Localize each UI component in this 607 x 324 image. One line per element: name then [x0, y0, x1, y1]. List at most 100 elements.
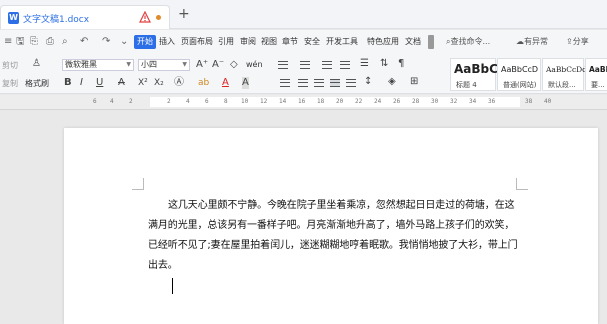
ruler-tick: 20 — [336, 98, 344, 105]
command-search-text: 查找命令... — [450, 37, 491, 46]
tab-developer[interactable]: 开发工具 — [326, 36, 358, 48]
tab-security[interactable]: 安全 — [304, 36, 320, 48]
tab-review[interactable]: 审阅 — [240, 36, 256, 48]
shading-icon[interactable]: ◈ — [388, 76, 396, 88]
border-icon[interactable]: ⊞ — [410, 76, 418, 88]
ruler-tick: 8 — [224, 98, 228, 105]
shrink-font-button[interactable]: A⁻ — [212, 59, 224, 71]
align-center-icon[interactable] — [298, 79, 308, 87]
tab-section[interactable]: 章节 — [282, 36, 298, 48]
strikethrough-button[interactable]: A — [118, 77, 125, 89]
tab-page-layout[interactable]: 页面布局 — [181, 36, 213, 48]
ruler-tick: 2 — [167, 98, 171, 105]
tab-references[interactable]: 引用 — [218, 36, 234, 48]
style-default-paragraph[interactable]: AaBbCcDd 默认段... — [542, 58, 587, 91]
ruler-tick: 24 — [374, 98, 382, 105]
style-more[interactable]: AaBb 要... — [585, 58, 607, 91]
quick-access-more-icon[interactable]: ⌄ — [120, 35, 128, 49]
line-spacing-icon[interactable]: ↕ — [364, 76, 372, 88]
ruler-tick: 28 — [412, 98, 420, 105]
show-marks-icon[interactable]: ¶ — [398, 58, 404, 70]
new-tab-button[interactable]: + — [178, 7, 190, 21]
share-icon: ⇪ — [566, 37, 573, 46]
char-shading-icon[interactable]: A — [242, 77, 249, 89]
ruler-tick: 2 — [129, 98, 133, 105]
warning-icon[interactable] — [139, 11, 151, 23]
menu-icon[interactable]: ≡ — [4, 35, 12, 49]
ruler-tick: 12 — [260, 98, 268, 105]
menu-row: ≡ 🖫 ⎘ ⎙ ⌕ ↶ ↷ ⌄ 开始 插入 页面布局 引用 审阅 视图 章节 安… — [0, 30, 607, 54]
format-painter-button[interactable]: 格式刷 — [25, 78, 49, 89]
command-search[interactable]: ⌕查找命令... — [446, 36, 490, 47]
ruler-tick: 6 — [205, 98, 209, 105]
style-sample: AaBb — [589, 65, 607, 74]
document-paragraph[interactable]: 这几天心里颇不宁静。今晚在院子里坐着乘凉，忽然想起日日走过的荷塘，在这满月的光里… — [148, 196, 518, 276]
margin-marker-top-right — [516, 178, 528, 190]
font-family-select[interactable]: 微软雅黑 ▼ — [62, 59, 134, 71]
document-workspace[interactable]: 这几天心里颇不宁静。今晚在院子里坐着乘凉，忽然想起日日走过的荷塘，在这满月的光里… — [0, 110, 607, 324]
style-sample: AaBbC — [454, 62, 498, 76]
ruler-tick: 10 — [241, 98, 249, 105]
distributed-icon[interactable] — [346, 79, 356, 87]
menu-overflow-button[interactable] — [428, 35, 434, 49]
font-color-button[interactable]: A — [222, 77, 229, 89]
document-tab[interactable]: W 文字文稿1.docx — [0, 5, 170, 29]
align-right-icon[interactable] — [314, 79, 324, 87]
tab-bar: W 文字文稿1.docx + — [0, 0, 607, 29]
tab-features[interactable]: 特色应用 — [367, 36, 399, 48]
tab-document[interactable]: 文档 — [405, 36, 421, 48]
redo-icon[interactable]: ↷ — [102, 35, 110, 49]
style-name: 普通(网站) — [503, 81, 537, 89]
highlight-button[interactable]: ab — [198, 77, 209, 89]
cloud-icon: ☁ — [516, 37, 524, 46]
subscript-button[interactable]: X₂ — [154, 77, 164, 89]
italic-button[interactable]: I — [80, 77, 83, 89]
clear-format-button[interactable]: ◇ — [230, 59, 238, 71]
sort-icon[interactable]: ⇅ — [380, 58, 388, 70]
bullet-list-icon[interactable] — [278, 61, 288, 69]
ruler-tick: 14 — [279, 98, 287, 105]
horizontal-ruler[interactable]: 6 4 2 2 4 6 8 10 12 14 16 18 20 22 24 26… — [0, 95, 607, 110]
export-icon[interactable]: ⎘ — [30, 35, 38, 49]
chevron-down-icon: ▼ — [126, 61, 131, 68]
cut-button[interactable]: 剪切 — [2, 60, 18, 71]
bold-button[interactable]: B — [64, 77, 72, 89]
justify-icon[interactable] — [330, 79, 340, 87]
undo-icon[interactable]: ↶ — [80, 35, 88, 49]
superscript-button[interactable]: X² — [138, 77, 148, 89]
format-painter-icon[interactable]: ♙ — [32, 58, 41, 70]
ruler-tick: 30 — [431, 98, 439, 105]
underline-button[interactable]: U — [96, 77, 103, 89]
unsaved-indicator — [156, 15, 161, 20]
increase-indent-icon[interactable] — [340, 61, 350, 69]
cloud-status[interactable]: ☁有异常 — [516, 36, 548, 47]
text-effect-icon[interactable]: Ⓐ — [174, 77, 184, 89]
share-text: 分享 — [572, 37, 589, 46]
margin-marker-top-left — [132, 178, 144, 190]
tab-home[interactable]: 开始 — [134, 35, 156, 49]
style-normal-web[interactable]: AaBbCcD 普通(网站) — [497, 58, 541, 91]
style-name: 标题 4 — [456, 81, 477, 89]
preview-icon[interactable]: ⌕ — [62, 35, 68, 49]
align-left-icon[interactable] — [280, 79, 290, 87]
ruler-tick: 40 — [544, 98, 552, 105]
save-icon[interactable]: 🖫 — [16, 35, 25, 49]
document-page[interactable]: 这几天心里颇不宁静。今晚在院子里坐着乘凉，忽然想起日日走过的荷塘，在这满月的光里… — [64, 128, 598, 324]
writer-doc-icon: W — [8, 12, 19, 24]
decrease-indent-icon[interactable] — [322, 61, 332, 69]
share-button[interactable]: ⇪分享 — [566, 36, 589, 47]
print-icon[interactable]: ⎙ — [46, 35, 54, 49]
ribbon-toolbar: 剪切 复制 ♙ 格式刷 微软雅黑 ▼ 小四 ▼ A⁺ A⁻ ◇ wén B I … — [0, 54, 607, 94]
tab-insert[interactable]: 插入 — [159, 36, 175, 48]
copy-button[interactable]: 复制 — [2, 78, 18, 89]
cloud-status-text: 有异常 — [524, 37, 548, 46]
numbered-list-icon[interactable] — [300, 61, 310, 69]
chinese-layout-icon[interactable]: ☰ — [360, 58, 369, 70]
phonetic-guide-button[interactable]: wén — [246, 60, 263, 69]
tab-view[interactable]: 视图 — [261, 36, 277, 48]
ruler-tick: 26 — [393, 98, 401, 105]
style-heading-4[interactable]: AaBbC 标题 4 — [450, 58, 498, 91]
font-size-select[interactable]: 小四 ▼ — [138, 59, 190, 71]
ruler-tick: 18 — [317, 98, 325, 105]
grow-font-button[interactable]: A⁺ — [196, 59, 208, 71]
